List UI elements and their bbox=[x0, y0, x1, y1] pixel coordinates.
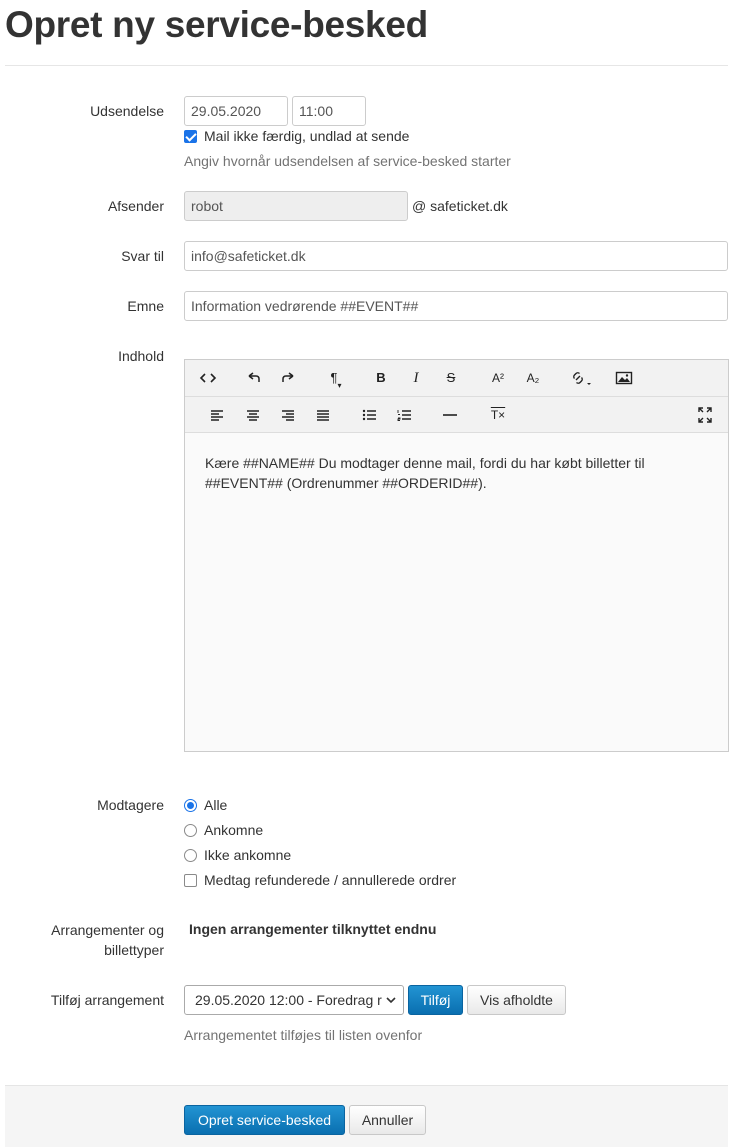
code-view-icon[interactable] bbox=[199, 368, 217, 388]
radio-ankomne[interactable] bbox=[184, 824, 197, 837]
superscript-icon[interactable]: A² bbox=[489, 368, 507, 388]
link-icon[interactable] bbox=[569, 368, 593, 388]
event-select-value: 29.05.2020 12:00 - Foredrag r bbox=[195, 992, 382, 1008]
afsender-label: Afsender bbox=[107, 198, 164, 214]
tilfoej-help: Arrangementet tilføjes til listen ovenfo… bbox=[184, 1027, 423, 1043]
svar-til-label: Svar til bbox=[121, 248, 164, 264]
add-event-button[interactable]: Tilføj bbox=[408, 985, 463, 1015]
arrangementer-label-line-1: Arrangementer og bbox=[51, 922, 164, 938]
title-divider bbox=[5, 65, 728, 66]
italic-icon[interactable]: I bbox=[407, 368, 425, 388]
include-refunded-label: Medtag refunderede / annullerede ordrer bbox=[204, 872, 457, 888]
sender-domain: @ safeticket.dk bbox=[412, 198, 508, 214]
clear-formatting-icon[interactable]: T× bbox=[489, 405, 507, 425]
editor-content[interactable]: Kære ##NAME## Du modtager denne mail, fo… bbox=[185, 433, 728, 751]
align-justify-icon[interactable] bbox=[315, 405, 333, 425]
align-left-icon[interactable] bbox=[209, 405, 227, 425]
dont-send-label: Mail ikke færdig, undlad at sende bbox=[204, 128, 410, 144]
rich-text-editor: ¶▾ B I S A² A₂ T× Kære ##NAME## Du modta… bbox=[184, 359, 729, 752]
subscript-icon[interactable]: A₂ bbox=[524, 368, 542, 388]
date-input[interactable]: 29.05.2020 bbox=[184, 96, 288, 126]
chevron-down-icon bbox=[385, 986, 397, 1014]
page-title: Opret ny service-besked bbox=[5, 4, 428, 45]
radio-alle-label: Alle bbox=[204, 797, 228, 813]
paragraph-format-icon[interactable]: ¶▾ bbox=[327, 368, 345, 390]
event-select[interactable]: 29.05.2020 12:00 - Foredrag r bbox=[184, 985, 404, 1015]
include-refunded-checkbox[interactable] bbox=[184, 874, 197, 887]
dont-send-checkbox[interactable] bbox=[184, 130, 197, 143]
sender-input[interactable]: robot bbox=[184, 191, 408, 221]
submit-button[interactable]: Opret service-besked bbox=[184, 1105, 345, 1135]
reply-to-input[interactable]: info@safeticket.dk bbox=[184, 241, 728, 271]
show-held-button[interactable]: Vis afholdte bbox=[467, 985, 566, 1015]
editor-toolbar-row-2: T× bbox=[185, 397, 728, 433]
radio-ikke-ankomne-label: Ikke ankomne bbox=[204, 847, 292, 863]
align-right-icon[interactable] bbox=[280, 405, 298, 425]
arrangementer-label-line-2: billettyper bbox=[104, 942, 164, 958]
indhold-label: Indhold bbox=[118, 348, 164, 364]
tilfoej-label: Tilføj arrangement bbox=[50, 992, 164, 1008]
image-icon[interactable] bbox=[615, 368, 633, 388]
numbered-list-icon[interactable] bbox=[396, 405, 414, 425]
editor-line-1: Kære ##NAME## Du modtager denne mail, fo… bbox=[205, 455, 645, 471]
udsendelse-label: Udsendelse bbox=[90, 103, 164, 119]
radio-ankomne-label: Ankomne bbox=[204, 822, 264, 838]
undo-icon[interactable] bbox=[245, 368, 263, 388]
horizontal-rule-icon[interactable] bbox=[442, 405, 460, 425]
time-input[interactable]: 11:00 bbox=[292, 96, 366, 126]
modtagere-label: Modtagere bbox=[97, 797, 164, 813]
radio-alle[interactable] bbox=[184, 799, 197, 812]
editor-toolbar-row-1: ¶▾ B I S A² A₂ bbox=[185, 360, 728, 397]
emne-label: Emne bbox=[127, 298, 164, 314]
cancel-button[interactable]: Annuller bbox=[349, 1105, 426, 1135]
bullet-list-icon[interactable] bbox=[361, 405, 379, 425]
subject-input[interactable]: Information vedrørende ##EVENT## bbox=[184, 291, 728, 321]
udsendelse-help: Angiv hvornår udsendelsen af service-bes… bbox=[184, 153, 511, 169]
bold-icon[interactable]: B bbox=[372, 368, 390, 388]
fullscreen-icon[interactable] bbox=[697, 405, 715, 425]
align-center-icon[interactable] bbox=[245, 405, 263, 425]
redo-icon[interactable] bbox=[279, 368, 297, 388]
strikethrough-icon[interactable]: S bbox=[442, 368, 460, 388]
radio-ikke-ankomne[interactable] bbox=[184, 849, 197, 862]
editor-line-2: ##EVENT## (Ordrenummer ##ORDERID##). bbox=[205, 475, 487, 491]
no-events-text: Ingen arrangementer tilknyttet endnu bbox=[189, 921, 437, 937]
